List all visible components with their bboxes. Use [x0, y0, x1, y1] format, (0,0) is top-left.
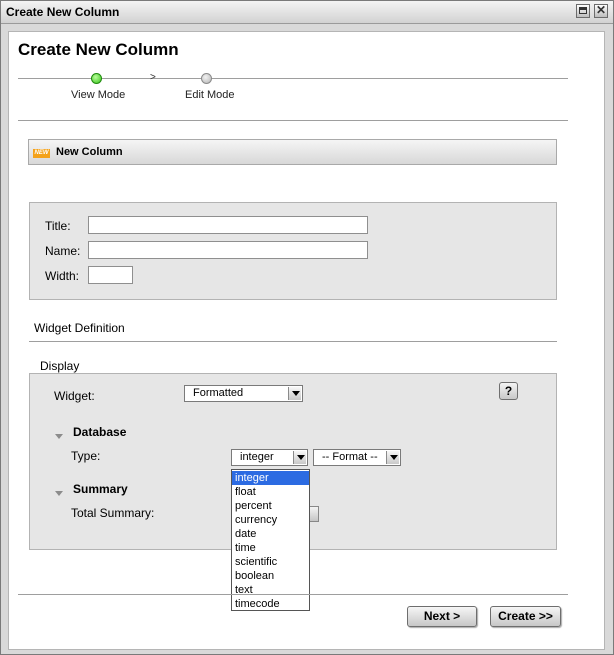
- step-arrow: >: [150, 72, 156, 83]
- widget-definition-divider: [29, 341, 557, 342]
- type-dropdown-list[interactable]: integer float percent currency date time…: [231, 469, 310, 611]
- name-input[interactable]: [88, 241, 368, 259]
- width-label: Width:: [45, 269, 80, 283]
- type-label: Type:: [71, 449, 101, 463]
- format-select[interactable]: -- Format --: [313, 449, 401, 466]
- type-option[interactable]: currency: [232, 513, 309, 527]
- minimize-icon[interactable]: [576, 4, 590, 18]
- widget-select[interactable]: Formatted: [184, 385, 303, 402]
- section-title: New Column: [56, 146, 123, 158]
- type-option[interactable]: scientific: [232, 555, 309, 569]
- step-view-mode-label[interactable]: View Mode: [71, 89, 125, 101]
- close-icon[interactable]: ✕: [594, 4, 608, 18]
- window-title: Create New Column: [6, 5, 120, 19]
- type-option[interactable]: timecode: [232, 597, 309, 611]
- widget-definition-heading: Widget Definition: [34, 321, 125, 335]
- type-option[interactable]: float: [232, 485, 309, 499]
- name-label: Name:: [45, 244, 81, 258]
- type-option[interactable]: percent: [232, 499, 309, 513]
- width-input[interactable]: [88, 266, 133, 284]
- next-button[interactable]: Next >: [407, 606, 477, 627]
- title-input[interactable]: [88, 216, 368, 234]
- help-button[interactable]: ?: [499, 382, 518, 400]
- type-select-value: integer: [240, 451, 274, 463]
- divider: [18, 120, 568, 121]
- type-option[interactable]: boolean: [232, 569, 309, 583]
- chevron-down-icon: [288, 387, 301, 400]
- step-edit-mode-indicator: [201, 73, 212, 84]
- basic-fields-panel: Title: Name: Width:: [29, 202, 557, 300]
- database-heading[interactable]: Database: [73, 425, 126, 439]
- collapse-triangle-icon[interactable]: [55, 434, 63, 439]
- title-label: Title:: [45, 219, 71, 233]
- type-option[interactable]: date: [232, 527, 309, 541]
- summary-heading[interactable]: Summary: [73, 482, 128, 496]
- total-summary-label: Total Summary:: [71, 506, 155, 520]
- type-option[interactable]: integer: [232, 471, 309, 485]
- type-select[interactable]: integer: [231, 449, 308, 466]
- page-title: Create New Column: [18, 40, 179, 59]
- new-badge-icon: NEW: [33, 149, 50, 158]
- display-heading: Display: [40, 359, 80, 373]
- collapse-triangle-icon[interactable]: [55, 491, 63, 496]
- widget-label: Widget:: [54, 389, 95, 403]
- dialog-content: Create New Column > View Mode Edit Mode …: [8, 31, 605, 650]
- chevron-down-icon: [293, 451, 306, 464]
- widget-select-value: Formatted: [193, 387, 244, 399]
- format-select-value: -- Format --: [322, 451, 378, 463]
- create-column-window: Create New Column ✕ Create New Column > …: [0, 0, 614, 655]
- create-button[interactable]: Create >>: [490, 606, 561, 627]
- type-option[interactable]: time: [232, 541, 309, 555]
- chevron-down-icon: [386, 451, 399, 464]
- titlebar: Create New Column ✕: [1, 1, 613, 24]
- footer-divider: [18, 594, 568, 595]
- step-view-mode-indicator: [91, 73, 102, 84]
- new-column-section-header: NEW New Column: [28, 139, 557, 165]
- step-edit-mode-label[interactable]: Edit Mode: [185, 89, 235, 101]
